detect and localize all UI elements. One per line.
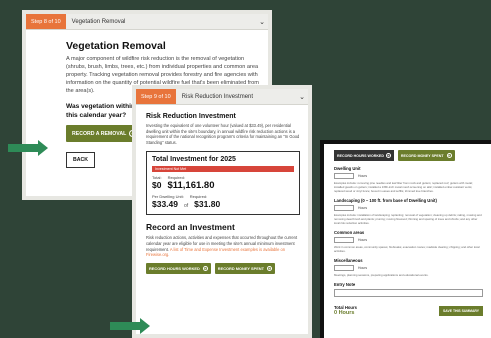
field-dwelling-unit: Dwelling Unit Hours Examples include: re… [334, 166, 483, 193]
total-investment-title: Total Investment for 2025 [152, 156, 236, 164]
field-input-row: Hours [334, 265, 483, 271]
field-label: Common areas [334, 230, 365, 235]
plus-circle-icon: + [385, 153, 391, 158]
hours-input[interactable] [334, 205, 354, 211]
record-hours-button[interactable]: RECORD HOURS WORKED + [146, 262, 211, 274]
total-hours-value: 0 Hours [334, 310, 355, 316]
field-description: Examples include: removing pine needles … [334, 181, 473, 193]
field-label: Landscaping (0 – 100 ft. from base of Dw… [334, 198, 437, 203]
per-unit-values: $33.49 of $31.80 [152, 199, 294, 209]
record-removal-button[interactable]: RECORD A REMOVAL + [66, 125, 143, 142]
field-entry-note: Entry Note [334, 282, 483, 297]
form-footer: Total Hours 0 Hours SAVE THIS SUMMARY [334, 305, 483, 316]
field-description: Work in common areas, community spaces; … [334, 245, 480, 253]
step-header[interactable]: Step 8 of 10 Vegetation Removal ⌄ [26, 14, 268, 30]
field-miscellaneous: Miscellaneous Hours Meetings, planning s… [334, 258, 483, 277]
record-money-button[interactable]: RECORD MONEY SPENT + [214, 262, 275, 274]
total-value: $0 [152, 180, 162, 191]
unit-label: Hours [358, 266, 368, 270]
hours-input[interactable] [334, 265, 354, 271]
record-money-label: RECORD MONEY SPENT [400, 153, 444, 158]
field-input-row: Hours [334, 173, 483, 179]
field-input-row: Hours [334, 237, 483, 243]
record-hours-button[interactable]: RECORD HOURS WORKED + [334, 150, 394, 161]
risk-reduction-panel: Step 9 of 10 Risk Reduction Investment ⌄… [132, 85, 312, 338]
record-hours-label: RECORD HOURS WORKED [149, 265, 200, 271]
notes-input[interactable] [334, 289, 483, 297]
field-description: Examples include: installation of landsc… [334, 213, 482, 225]
field-label: Dwelling Unit [334, 166, 361, 171]
chevron-down-icon[interactable]: ⌄ [256, 18, 268, 26]
section-heading: Vegetation Removal [66, 40, 166, 52]
save-summary-button[interactable]: SAVE THIS SUMMARY [439, 306, 483, 316]
step-indicator: Step 9 of 10 [136, 89, 176, 104]
record-money-label: RECORD MONEY SPENT [217, 265, 264, 271]
hours-input[interactable] [334, 173, 354, 179]
unit-label: Hours [358, 238, 368, 242]
step-indicator: Step 8 of 10 [26, 14, 66, 29]
per-unit-value: $33.49 [152, 199, 178, 210]
step-header[interactable]: Step 9 of 10 Risk Reduction Investment ⌄ [136, 89, 308, 105]
field-input-row: Hours [334, 205, 483, 211]
field-landscaping: Landscaping (0 – 100 ft. from base of Dw… [334, 198, 483, 225]
section-description: Investing the equivalent of one voluntee… [146, 123, 300, 145]
field-label: Miscellaneous [334, 258, 363, 263]
total-investment-card: Total Investment for 2025 Investment Not… [146, 151, 300, 216]
status-badge: Investment Not Met [152, 166, 294, 173]
plus-circle-icon: + [446, 153, 452, 158]
record-hours-label: RECORD HOURS WORKED [337, 153, 384, 158]
unit-label: Hours [358, 206, 368, 210]
field-description: Meetings, planning sessions, preparing a… [334, 273, 429, 277]
record-description: Risk reduction actions, activities and e… [146, 235, 300, 257]
total-hours: Total Hours 0 Hours [334, 305, 357, 316]
required-value: $11,161.80 [167, 180, 215, 192]
record-money-button[interactable]: RECORD MONEY SPENT + [397, 150, 455, 161]
total-values: $0 $11,161.80 [152, 180, 294, 191]
arrow-right-icon [8, 140, 48, 156]
form-buttons: RECORD HOURS WORKED + RECORD MONEY SPENT… [334, 150, 483, 161]
hours-form-panel: RECORD HOURS WORKED + RECORD MONEY SPENT… [320, 140, 491, 338]
record-heading: Record an Investment [146, 222, 235, 233]
step-title: Vegetation Removal [71, 18, 126, 25]
hours-input[interactable] [334, 237, 354, 243]
chevron-down-icon[interactable]: ⌄ [296, 93, 308, 101]
plus-circle-icon: + [267, 265, 272, 271]
step-title: Risk Reduction Investment [181, 93, 254, 100]
plus-circle-icon: + [202, 265, 208, 271]
record-buttons: RECORD HOURS WORKED + RECORD MONEY SPENT… [146, 262, 300, 274]
record-removal-label: RECORD A REMOVAL [72, 130, 127, 137]
notes-label: Entry Note [334, 282, 356, 287]
unit-label: Hours [358, 174, 368, 178]
arrow-right-icon [110, 318, 150, 334]
section-heading: Risk Reduction Investment [146, 113, 236, 120]
field-common-areas: Common areas Hours Work in common areas,… [334, 230, 483, 253]
of-separator: of [184, 203, 189, 210]
back-button[interactable]: BACK [66, 152, 95, 168]
per-unit-required-value: $31.80 [194, 199, 221, 210]
